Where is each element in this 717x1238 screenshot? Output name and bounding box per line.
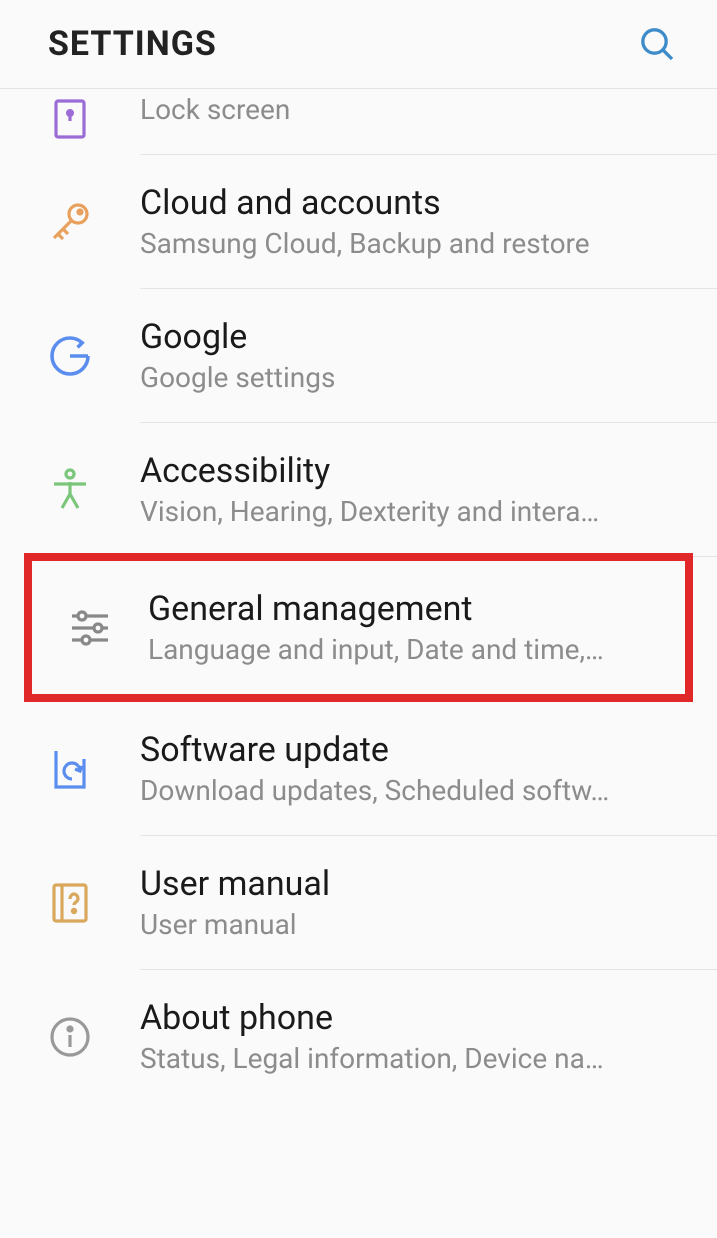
item-subtitle: Google settings	[140, 361, 689, 394]
sliders-icon	[32, 604, 148, 652]
settings-item-lock-screen[interactable]: Lock screen	[0, 89, 717, 155]
info-icon	[0, 1013, 140, 1061]
search-icon[interactable]	[637, 24, 677, 64]
item-title: User manual	[140, 864, 689, 904]
settings-item-software-update[interactable]: Software update Download updates, Schedu…	[0, 702, 717, 836]
settings-item-accessibility[interactable]: Accessibility Vision, Hearing, Dexterity…	[0, 423, 717, 557]
google-icon	[0, 332, 140, 380]
item-title: Google	[140, 317, 689, 357]
settings-item-google[interactable]: Google Google settings	[0, 289, 717, 423]
item-subtitle: User manual	[140, 908, 689, 941]
item-subtitle: Status, Legal information, Device na…	[140, 1042, 689, 1075]
item-subtitle: Vision, Hearing, Dexterity and intera…	[140, 495, 689, 528]
item-subtitle: Download updates, Scheduled softw…	[140, 774, 689, 807]
settings-item-cloud-accounts[interactable]: Cloud and accounts Samsung Cloud, Backup…	[0, 155, 717, 289]
person-icon	[0, 466, 140, 514]
settings-list: Lock screen Cloud and accounts Samsung C…	[0, 89, 717, 1103]
item-title: Accessibility	[140, 451, 689, 491]
item-title: About phone	[140, 998, 689, 1038]
item-subtitle: Samsung Cloud, Backup and restore	[140, 227, 689, 260]
settings-item-user-manual[interactable]: User manual User manual	[0, 836, 717, 970]
settings-item-about-phone[interactable]: About phone Status, Legal information, D…	[0, 970, 717, 1103]
item-title: Software update	[140, 730, 689, 770]
item-title: Cloud and accounts	[140, 183, 689, 223]
item-title: General management	[148, 589, 657, 629]
settings-item-general-management[interactable]: General management Language and input, D…	[24, 553, 693, 702]
key-icon	[0, 198, 140, 246]
lock-icon	[0, 89, 140, 141]
item-subtitle: Language and input, Date and time,…	[148, 633, 657, 666]
item-subtitle: Lock screen	[140, 93, 689, 126]
page-title: SETTINGS	[48, 24, 217, 64]
settings-header: SETTINGS	[0, 0, 717, 89]
manual-icon	[0, 879, 140, 927]
update-icon	[0, 745, 140, 793]
